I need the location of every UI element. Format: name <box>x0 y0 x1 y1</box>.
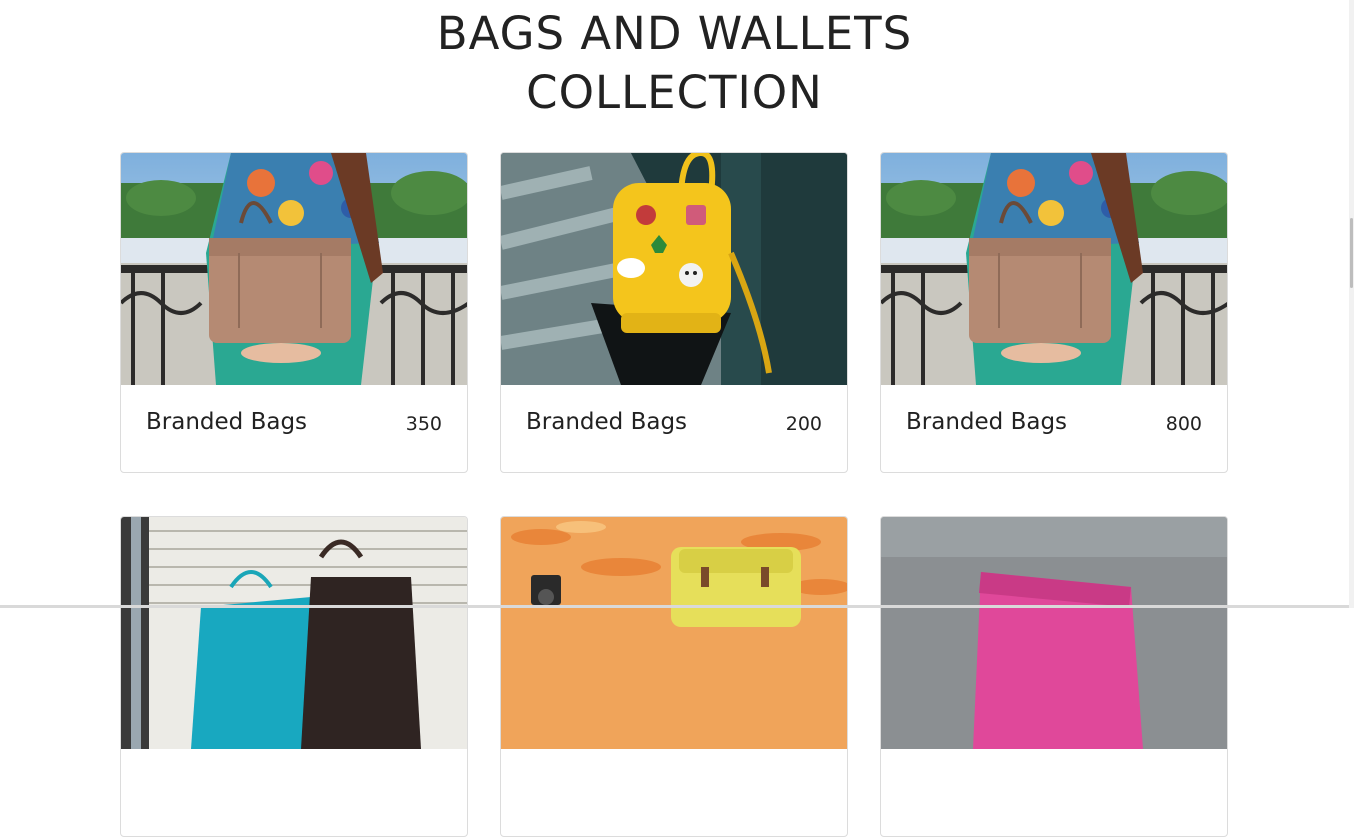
product-image[interactable] <box>501 517 847 749</box>
product-image[interactable] <box>881 517 1227 749</box>
scrollbar-thumb[interactable] <box>1350 218 1353 288</box>
product-name[interactable]: Branded Bags <box>906 409 1067 435</box>
product-image[interactable] <box>501 153 847 385</box>
product-price: 350 <box>405 413 442 435</box>
product-image[interactable] <box>881 153 1227 385</box>
product-card[interactable] <box>120 516 468 837</box>
product-image[interactable] <box>121 153 467 385</box>
product-price: 800 <box>1165 413 1202 435</box>
product-card[interactable] <box>880 516 1228 837</box>
page-title: BAGS AND WALLETS COLLECTION <box>0 4 1349 122</box>
product-image[interactable] <box>121 517 467 749</box>
product-card[interactable]: Branded Bags 350 <box>120 152 468 473</box>
scrollbar-track[interactable] <box>1349 0 1354 608</box>
product-price: 200 <box>785 413 822 435</box>
page-title-line-2: COLLECTION <box>526 66 823 119</box>
product-card[interactable] <box>500 516 848 837</box>
product-card[interactable]: Branded Bags 200 <box>500 152 848 473</box>
page-title-line-1: BAGS AND WALLETS <box>436 7 913 60</box>
product-name[interactable]: Branded Bags <box>146 409 307 435</box>
product-card[interactable]: Branded Bags 800 <box>880 152 1228 473</box>
product-name[interactable]: Branded Bags <box>526 409 687 435</box>
